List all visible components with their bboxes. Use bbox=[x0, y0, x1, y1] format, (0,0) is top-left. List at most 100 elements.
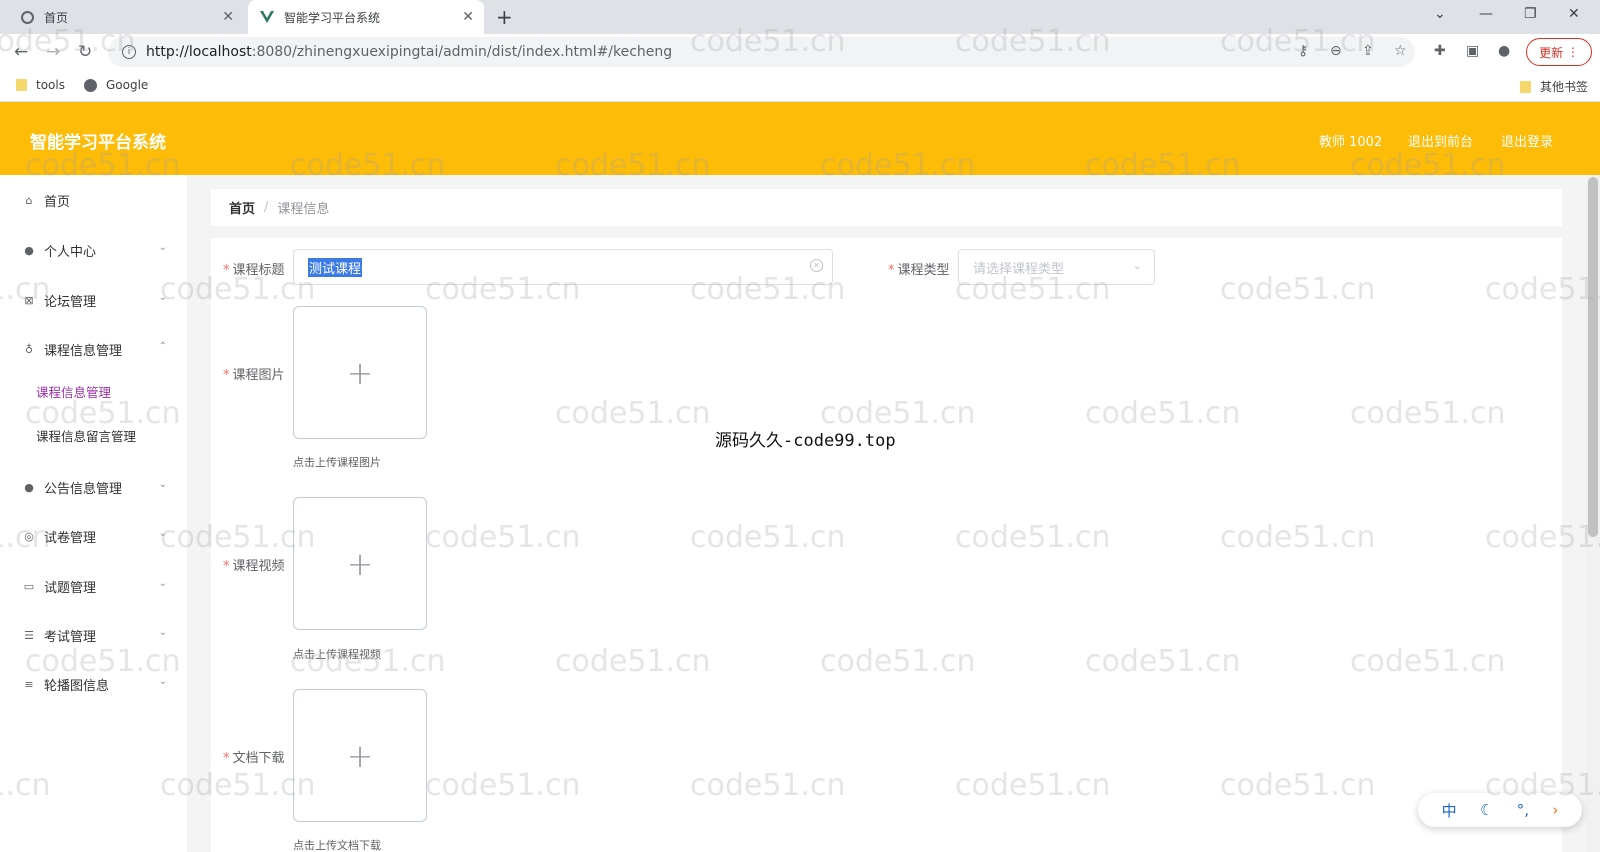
sidebar-item-course[interactable]: ♁ 课程信息管理 ⌃ bbox=[0, 335, 187, 363]
ime-toolbar[interactable]: 中 ☾ °, › bbox=[1418, 793, 1582, 827]
close-icon[interactable]: ✕ bbox=[222, 9, 234, 25]
back-icon[interactable]: ← bbox=[14, 42, 28, 62]
course-title-label: * 课程标题 bbox=[223, 263, 285, 278]
sidebar-item-label: 试题管理 bbox=[44, 580, 97, 596]
restore-button[interactable]: ❐ bbox=[1524, 6, 1537, 22]
chevron-down-icon: ⌄ bbox=[158, 479, 167, 490]
bookmark-label: Google bbox=[106, 78, 149, 92]
zoom-icon[interactable]: ⊖ bbox=[1330, 43, 1342, 59]
punctuation-icon[interactable]: °, bbox=[1517, 801, 1529, 819]
plus-icon: + bbox=[346, 736, 374, 775]
url-host: http://localhost bbox=[146, 44, 252, 60]
chevron-down-icon: ⌄ bbox=[158, 627, 167, 638]
chevron-up-icon: ⌃ bbox=[158, 341, 167, 352]
sidebar-subitem-course-comments[interactable]: 课程信息留言管理 bbox=[36, 426, 136, 445]
folder-icon bbox=[16, 79, 27, 91]
extensions-icon[interactable]: ✚ bbox=[1434, 43, 1446, 59]
browser-tab-home[interactable]: 首页 ✕ bbox=[8, 0, 244, 34]
course-type-placeholder: 请选择课程类型 bbox=[973, 261, 1065, 277]
sidebar-item-label: 公告信息管理 bbox=[44, 481, 123, 497]
window-close-button[interactable]: ✕ bbox=[1568, 6, 1580, 22]
sidebar-item-carousel[interactable]: ≡ 轮播图信息 ⌄ bbox=[0, 670, 187, 698]
list-icon: ≡ bbox=[24, 677, 34, 691]
course-image-upload[interactable]: + bbox=[293, 306, 427, 439]
folder-icon bbox=[1520, 80, 1531, 93]
sidepanel-icon[interactable]: ▣ bbox=[1466, 43, 1479, 59]
browser-tab-active[interactable]: 智能学习平台系统 ✕ bbox=[248, 0, 484, 34]
logout-link[interactable]: 退出登录 bbox=[1501, 131, 1553, 150]
app-title: 智能学习平台系统 bbox=[30, 133, 166, 153]
course-image-tip: 点击上传课程图片 bbox=[293, 456, 381, 469]
overlay-caption: 源码久久-code99.top bbox=[715, 431, 896, 451]
key-icon[interactable]: ⚷ bbox=[1298, 43, 1308, 59]
browser-toolbar: ← → ↻ i http://localhost:8080/zhinengxue… bbox=[0, 34, 1600, 70]
bookmark-label: 其他书签 bbox=[1540, 80, 1589, 94]
course-title-input[interactable]: 测试课程 ✕ bbox=[293, 249, 833, 285]
update-label: 更新 bbox=[1539, 45, 1564, 60]
chevron-down-icon: ⌄ bbox=[158, 528, 167, 539]
document-upload[interactable]: + bbox=[293, 689, 427, 822]
chevron-down-icon: ⌄ bbox=[158, 242, 167, 253]
sidebar-item-label: 论坛管理 bbox=[44, 294, 97, 310]
course-video-upload[interactable]: + bbox=[293, 497, 427, 630]
star-icon[interactable]: ☆ bbox=[1394, 43, 1407, 59]
ime-mode[interactable]: 中 bbox=[1442, 800, 1457, 821]
page-scrollbar[interactable] bbox=[1586, 175, 1600, 852]
bookmark-tools[interactable]: tools bbox=[16, 78, 65, 92]
current-user: 教师 1002 bbox=[1319, 135, 1383, 150]
app-header: 智能学习平台系统 教师 1002 退出到前台 退出登录 bbox=[0, 102, 1600, 175]
sliders-icon: ☰ bbox=[24, 628, 34, 642]
bookmark-google[interactable]: Google bbox=[84, 78, 148, 92]
sidebar-item-question[interactable]: ▭ 试题管理 ⌄ bbox=[0, 572, 187, 600]
browser-tab-bar: 首页 ✕ 智能学习平台系统 ✕ + ⌄ — ❐ ✕ bbox=[0, 0, 1600, 34]
document-label: * 文档下载 bbox=[223, 751, 285, 766]
sidebar-subitem-course-info[interactable]: 课程信息管理 bbox=[36, 382, 111, 401]
sidebar-item-label: 首页 bbox=[44, 194, 71, 210]
tab-title: 智能学习平台系统 bbox=[284, 10, 381, 25]
sidebar-item-exam[interactable]: ☰ 考试管理 ⌄ bbox=[0, 621, 187, 649]
bookmark-label: tools bbox=[36, 78, 65, 92]
to-front-link[interactable]: 退出到前台 bbox=[1408, 131, 1473, 150]
sidebar-item-personal[interactable]: ● 个人中心 ⌄ bbox=[0, 236, 187, 264]
update-button[interactable]: 更新 ⋮ bbox=[1526, 38, 1592, 66]
tab-title: 首页 bbox=[44, 10, 69, 25]
globe-icon bbox=[84, 78, 97, 92]
breadcrumb-home[interactable]: 首页 bbox=[229, 198, 255, 217]
share-icon[interactable]: ⇪ bbox=[1362, 43, 1374, 59]
bookmark-other[interactable]: 其他书签 bbox=[1520, 78, 1588, 95]
course-image-label: * 课程图片 bbox=[223, 368, 285, 383]
info-icon[interactable]: i bbox=[122, 45, 136, 59]
globe-icon bbox=[20, 10, 34, 24]
clear-icon[interactable]: ✕ bbox=[810, 259, 823, 272]
home-icon: ⌂ bbox=[25, 193, 33, 207]
vue-logo-icon bbox=[260, 10, 274, 24]
course-title-value: 测试课程 bbox=[308, 257, 363, 277]
chevron-right-icon[interactable]: › bbox=[1552, 801, 1558, 819]
course-video-tip: 点击上传课程视频 bbox=[293, 648, 381, 661]
course-type-label: * 课程类型 bbox=[888, 263, 950, 278]
sidebar-item-forum[interactable]: ⊠ 论坛管理 ⌄ bbox=[0, 286, 187, 314]
new-tab-button[interactable]: + bbox=[496, 5, 513, 29]
sidebar-item-notice[interactable]: ● 公告信息管理 ⌄ bbox=[0, 473, 187, 501]
sidebar-item-label: 课程信息管理 bbox=[44, 343, 123, 359]
url-path: :8080/zhinengxuexipingtai/admin/dist/ind… bbox=[251, 44, 673, 60]
sidebar-item-home[interactable]: ⌂ 首页 bbox=[0, 186, 187, 214]
profile-icon[interactable]: ● bbox=[1498, 43, 1510, 59]
document-tip: 点击上传文档下载 bbox=[293, 839, 381, 852]
microphone-icon: ♁ bbox=[24, 342, 34, 356]
address-bar[interactable]: i http://localhost:8080/zhinengxuexiping… bbox=[108, 37, 1415, 67]
scrollbar-thumb[interactable] bbox=[1588, 177, 1598, 537]
chat-icon: ▭ bbox=[23, 579, 35, 593]
close-icon[interactable]: ✕ bbox=[462, 9, 474, 25]
sidebar-item-paper[interactable]: ◎ 试卷管理 ⌄ bbox=[0, 522, 187, 550]
plus-icon: + bbox=[346, 353, 374, 392]
forward-icon[interactable]: → bbox=[46, 42, 60, 62]
chevron-down-icon: ⌄ bbox=[158, 676, 167, 687]
moon-icon[interactable]: ☾ bbox=[1480, 801, 1493, 819]
sidebar-item-label: 考试管理 bbox=[44, 629, 97, 645]
plus-icon: + bbox=[346, 544, 374, 583]
course-type-select[interactable]: 请选择课程类型 ⌄ bbox=[958, 249, 1155, 285]
minimize-button[interactable]: — bbox=[1479, 6, 1493, 22]
reload-icon[interactable]: ↻ bbox=[78, 42, 92, 62]
tab-search-icon[interactable]: ⌄ bbox=[1434, 6, 1446, 22]
